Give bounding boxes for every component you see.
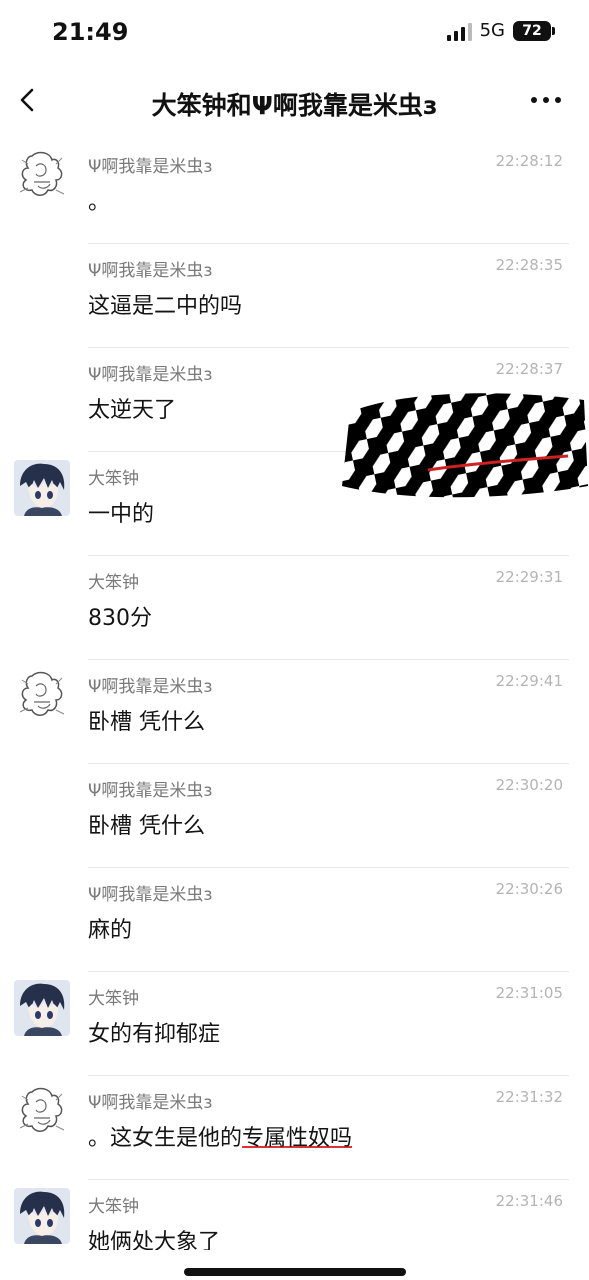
home-indicator[interactable] <box>184 1268 406 1276</box>
network-label: 5G <box>479 20 505 41</box>
underlined-text: 专属性奴吗 <box>242 1126 353 1151</box>
message-row[interactable]: 大笨钟 22:31:05 女的有抑郁症 <box>0 972 589 1076</box>
sender-name: 大笨钟 <box>88 573 139 593</box>
message-text: 这逼是二中的吗 <box>88 294 243 319</box>
signal-icon <box>446 21 472 41</box>
battery-level: 72 <box>522 22 542 39</box>
message-time: 22:28:37 <box>495 360 563 378</box>
redaction-mark <box>342 393 588 498</box>
message-time: 22:29:41 <box>495 672 563 690</box>
status-bar: 21:49 5G 72 <box>0 0 589 64</box>
message-text: 卧槽 凭什么 <box>88 710 205 735</box>
sender-name: Ψ啊我靠是米虫з <box>88 677 213 697</box>
message-text: 女的有抑郁症 <box>88 1022 221 1047</box>
sender-name: 大笨钟 <box>88 1197 139 1217</box>
sender-name: Ψ啊我靠是米虫з <box>88 885 213 905</box>
nav-bar: 大笨钟和Ψ啊我靠是米虫з <box>0 64 589 140</box>
sender-name: Ψ啊我靠是米虫з <box>88 365 213 385</box>
message-text: 她俩处大象了 <box>88 1230 221 1250</box>
avatar[interactable] <box>14 460 70 516</box>
message-time: 22:31:46 <box>495 1192 563 1210</box>
avatar[interactable] <box>14 1188 70 1244</box>
avatar[interactable] <box>14 148 70 204</box>
message-time: 22:29:31 <box>495 568 563 586</box>
sender-name: Ψ啊我靠是米虫з <box>88 1093 213 1113</box>
message-text: 太逆天了 <box>88 398 177 423</box>
message-row[interactable]: Ψ啊我靠是米虫з 22:29:41 卧槽 凭什么 <box>0 660 589 764</box>
more-horizontal-icon[interactable] <box>531 92 563 108</box>
message-row[interactable]: Ψ啊我靠是米虫з 22:31:32 。这女生是他的专属性奴吗 <box>0 1076 589 1180</box>
message-text: 一中的 <box>88 502 155 527</box>
message-row[interactable]: Ψ啊我靠是米虫з 22:30:20 卧槽 凭什么 <box>0 764 589 868</box>
message-row[interactable]: Ψ啊我靠是米虫з 22:28:35 这逼是二中的吗 <box>0 244 589 348</box>
sender-name: 大笨钟 <box>88 469 139 489</box>
message-row[interactable]: 大笨钟 22:29:31 830分 <box>0 556 589 660</box>
sender-name: 大笨钟 <box>88 989 139 1009</box>
message-time: 22:28:35 <box>495 256 563 274</box>
message-text: 。这女生是他的专属性奴吗 <box>88 1120 352 1152</box>
message-text: 830分 <box>88 606 152 631</box>
message-row[interactable]: Ψ啊我靠是米虫з 22:28:12 。 <box>0 140 589 244</box>
message-row[interactable]: Ψ啊我靠是米虫з 22:30:26 麻的 <box>0 868 589 972</box>
message-list[interactable]: Ψ啊我靠是米虫з 22:28:12 。 Ψ啊我靠是米虫з 22:28:35 这逼… <box>0 140 589 1250</box>
chat-title: 大笨钟和Ψ啊我靠是米虫з <box>151 91 438 120</box>
message-row[interactable]: 大笨钟 22:31:46 她俩处大象了 <box>0 1180 589 1250</box>
status-time: 21:49 <box>52 18 129 46</box>
battery-icon: 72 <box>513 20 555 41</box>
sender-name: Ψ啊我靠是米虫з <box>88 261 213 281</box>
sender-name: Ψ啊我靠是米虫з <box>88 157 213 177</box>
message-time: 22:31:32 <box>495 1088 563 1106</box>
status-indicators: 5G 72 <box>446 20 555 41</box>
message-text: 。 <box>88 190 111 215</box>
message-time: 22:30:20 <box>495 776 563 794</box>
message-time: 22:31:05 <box>495 984 563 1002</box>
chevron-left-icon[interactable] <box>12 82 48 118</box>
message-time: 22:30:26 <box>495 880 563 898</box>
sender-name: Ψ啊我靠是米虫з <box>88 781 213 801</box>
message-time: 22:28:12 <box>495 152 563 170</box>
message-text: 卧槽 凭什么 <box>88 814 205 839</box>
message-text-part: 。这女生是他的 <box>88 1126 243 1151</box>
avatar[interactable] <box>14 1084 70 1140</box>
avatar[interactable] <box>14 668 70 724</box>
message-text: 麻的 <box>88 918 133 943</box>
avatar[interactable] <box>14 980 70 1036</box>
